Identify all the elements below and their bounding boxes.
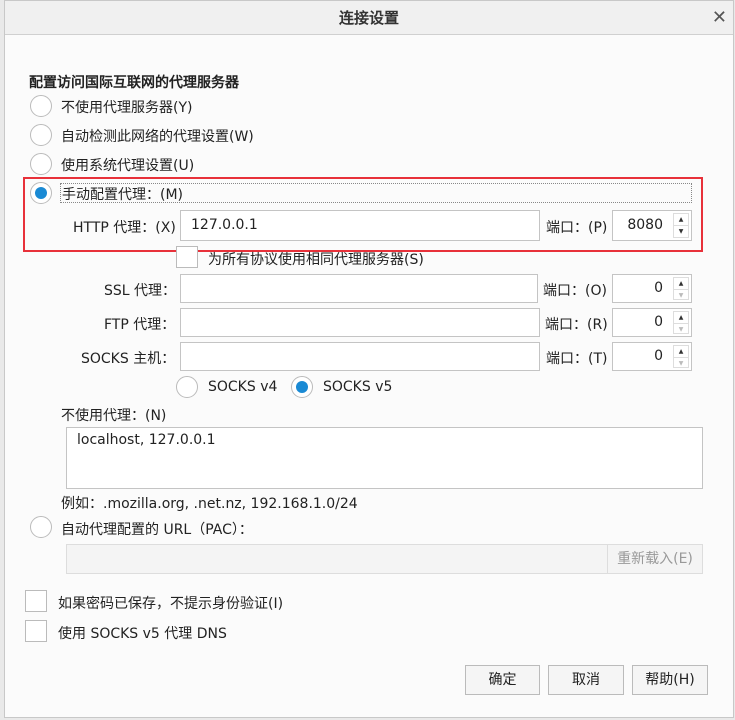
port-spinner[interactable]: ▲ ▼	[673, 311, 689, 334]
pac-url-input[interactable]	[66, 544, 608, 574]
section-heading: 配置访问国际互联网的代理服务器	[29, 75, 239, 91]
socks-host-label: SOCKS 主机：	[81, 351, 176, 367]
radio-socks-v5[interactable]	[291, 376, 313, 398]
no-proxy-example: 例如：.mozilla.org, .net.nz, 192.168.1.0/24	[61, 496, 358, 512]
socks-dns-label[interactable]: 使用 SOCKS v5 代理 DNS	[58, 623, 227, 643]
port-spinner[interactable]: ▲ ▼	[673, 345, 689, 368]
http-port-label: 端口：(P)	[546, 220, 608, 236]
radio-auto-detect[interactable]	[30, 124, 52, 146]
ssl-proxy-label: SSL 代理：	[104, 283, 177, 299]
socks-dns-checkbox[interactable]	[25, 620, 47, 642]
cancel-button[interactable]: 取消	[548, 665, 624, 695]
socks-v4-label[interactable]: SOCKS v4	[208, 379, 277, 395]
http-proxy-label: HTTP 代理：(X)	[73, 220, 176, 236]
radio-system-proxy-label[interactable]: 使用系统代理设置(U)	[61, 155, 194, 175]
radio-system-proxy[interactable]	[30, 153, 52, 175]
ftp-proxy-label: FTP 代理：	[104, 317, 176, 333]
same-proxy-checkbox[interactable]	[176, 246, 198, 268]
http-proxy-input[interactable]: 127.0.0.1	[180, 210, 540, 241]
ssl-port-label: 端口：(O)	[543, 283, 607, 299]
socks-port-input[interactable]: 0 ▲ ▼	[612, 342, 692, 371]
ftp-port-input[interactable]: 0 ▲ ▼	[612, 308, 692, 337]
radio-auto-detect-label[interactable]: 自动检测此网络的代理设置(W)	[61, 126, 254, 146]
ftp-port-label: 端口：(R)	[545, 317, 608, 333]
ok-button[interactable]: 确定	[465, 665, 540, 695]
radio-pac[interactable]	[30, 516, 52, 538]
ssl-port-value: 0	[654, 280, 663, 296]
ssl-proxy-input[interactable]	[180, 274, 538, 303]
dialog-title: 连接设置	[5, 1, 733, 35]
http-port-input[interactable]: 8080 ▲ ▼	[612, 210, 692, 241]
ftp-port-value: 0	[654, 314, 663, 330]
socks-port-label: 端口：(T)	[546, 351, 608, 367]
ftp-proxy-input[interactable]	[180, 308, 540, 337]
radio-socks-v4[interactable]	[176, 376, 198, 398]
no-auth-prompt-checkbox[interactable]	[25, 590, 47, 612]
no-auth-prompt-label[interactable]: 如果密码已保存，不提示身份验证(I)	[58, 593, 283, 613]
ssl-port-input[interactable]: 0 ▲ ▼	[612, 274, 692, 303]
http-port-value: 8080	[627, 217, 663, 233]
same-proxy-label[interactable]: 为所有协议使用相同代理服务器(S)	[208, 249, 424, 269]
help-button[interactable]: 帮助(H)	[632, 665, 708, 695]
socks-v5-label[interactable]: SOCKS v5	[323, 379, 392, 395]
radio-pac-label[interactable]: 自动代理配置的 URL（PAC）：	[61, 519, 253, 539]
no-proxy-label: 不使用代理：(N)	[61, 408, 167, 424]
socks-port-value: 0	[654, 348, 663, 364]
port-spinner[interactable]: ▲ ▼	[673, 277, 689, 300]
no-proxy-textarea[interactable]: localhost, 127.0.0.1	[66, 427, 703, 489]
reload-button[interactable]: 重新载入(E)	[607, 544, 703, 574]
close-icon[interactable]: ✕	[712, 1, 727, 35]
socks-host-input[interactable]	[180, 342, 540, 371]
radio-no-proxy[interactable]	[30, 95, 52, 117]
radio-no-proxy-label[interactable]: 不使用代理服务器(Y)	[61, 97, 192, 117]
port-spinner[interactable]: ▲ ▼	[673, 213, 689, 238]
